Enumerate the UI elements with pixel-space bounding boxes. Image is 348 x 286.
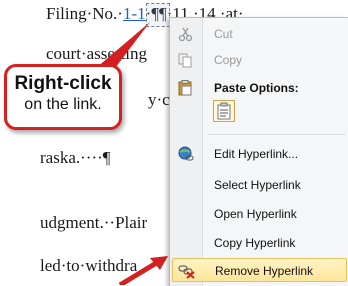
menu-item-select-hyperlink[interactable]: Select Hyperlink [170, 173, 348, 197]
globe-link-icon [177, 146, 195, 162]
instruction-callout: Right-click on the link. [4, 64, 122, 130]
menu-item-cut[interactable]: Cut [170, 22, 348, 46]
menu-item-paste-options: Paste Options: [170, 76, 348, 100]
menu-item-copy[interactable]: Copy [170, 48, 348, 72]
menu-item-edit-hyperlink[interactable]: Edit Hyperlink... [170, 142, 348, 166]
menu-item-label: Remove Hyperlink [215, 264, 314, 278]
paste-text-icon [217, 102, 231, 120]
menu-item-label: Edit Hyperlink... [214, 147, 299, 161]
scissors-icon [177, 26, 195, 42]
copy-icon [177, 52, 195, 68]
menu-item-label: Cut [214, 27, 233, 41]
callout-title: Right-click [14, 73, 112, 94]
menu-item-label: Copy [214, 53, 243, 67]
remove-link-icon [178, 263, 196, 279]
menu-separator [208, 134, 345, 135]
menu-item-label: Copy Hyperlink [214, 236, 296, 250]
context-menu: Cut Copy Paste Options: Edit Hyperlink..… [169, 17, 348, 286]
menu-item-open-hyperlink[interactable]: Open Hyperlink [170, 202, 348, 226]
menu-item-label: Open Hyperlink [214, 207, 297, 221]
menu-item-label: Paste Options: [214, 81, 299, 95]
clipboard-icon [177, 80, 195, 96]
callout-text: on the link. [24, 96, 102, 113]
paste-keep-text-button[interactable] [213, 100, 235, 122]
menu-item-remove-hyperlink[interactable]: Remove Hyperlink [172, 258, 347, 282]
menu-item-label: Select Hyperlink [214, 178, 301, 192]
arrow-to-remove [118, 259, 160, 285]
menu-item-copy-hyperlink[interactable]: Copy Hyperlink [170, 231, 348, 255]
